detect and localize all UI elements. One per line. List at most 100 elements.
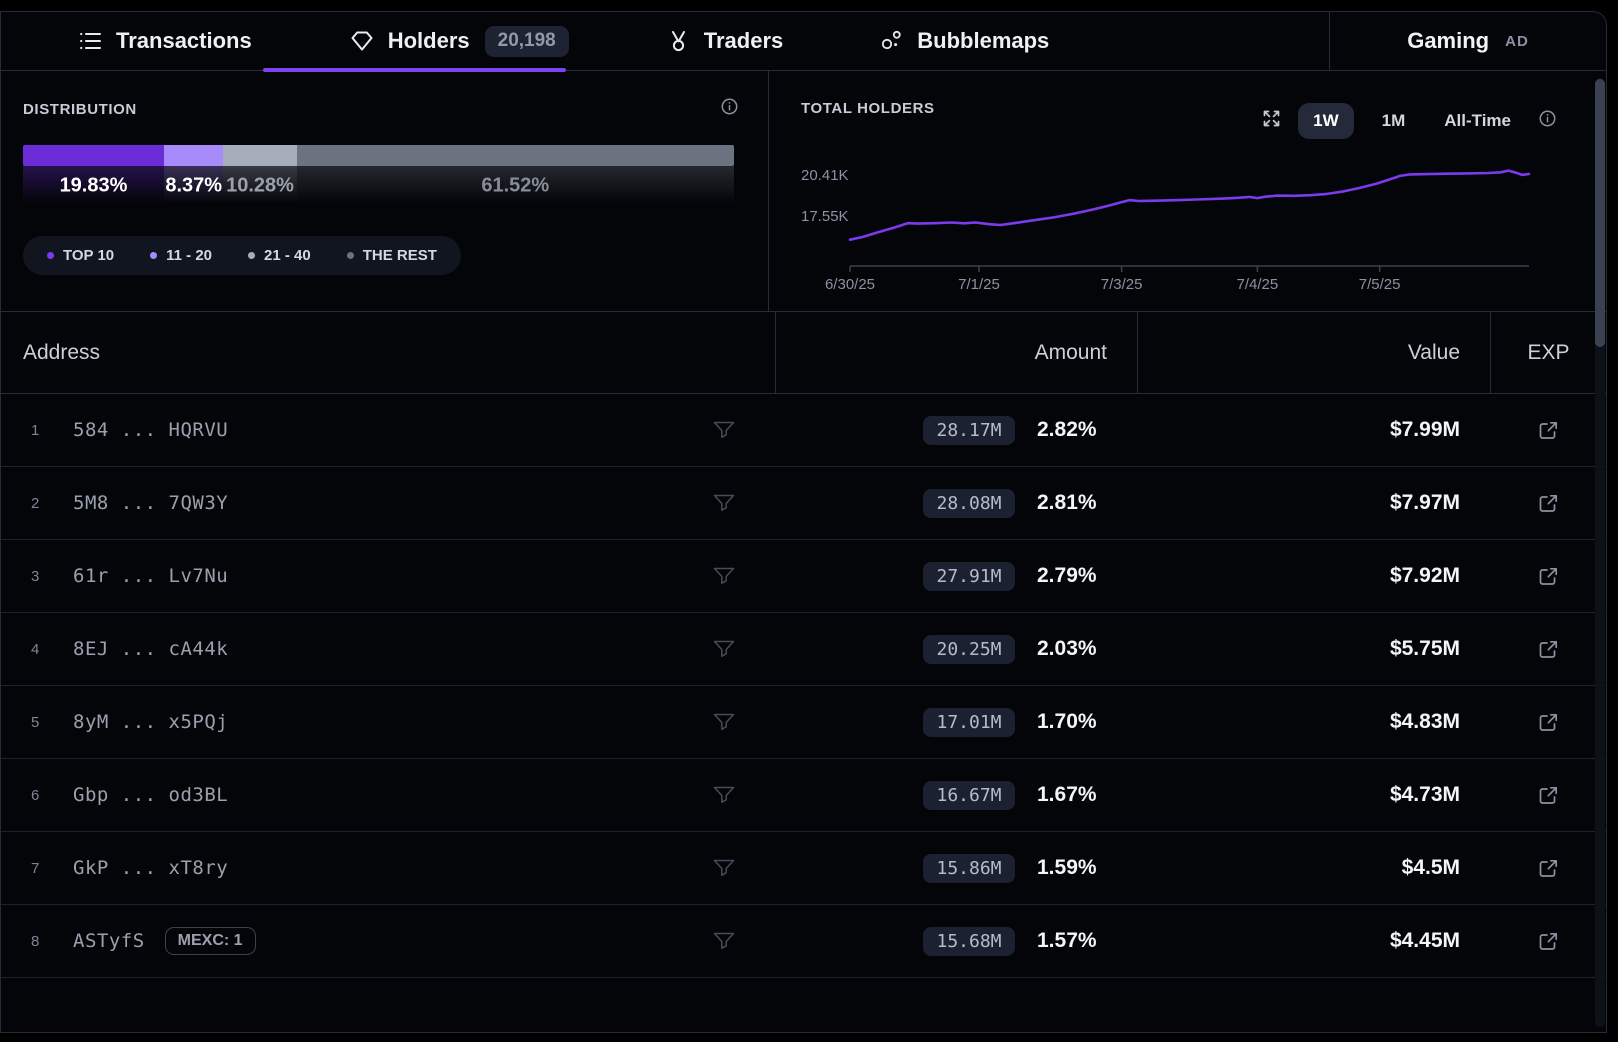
distribution-segment-3 [223, 145, 296, 166]
external-link-icon[interactable] [1539, 859, 1558, 878]
holder-row-8[interactable]: 8ASTyfSMEXC: 115.68M1.57%$4.45M [1, 905, 1606, 978]
row-rank: 4 [31, 641, 57, 658]
filter-icon[interactable] [713, 421, 735, 439]
external-link-icon[interactable] [1539, 713, 1558, 732]
row-rank: 7 [31, 860, 57, 877]
amount-badge: 27.91M [923, 562, 1015, 591]
external-link-icon[interactable] [1539, 567, 1558, 586]
tab-transactions[interactable]: Transactions [79, 28, 252, 54]
holder-address[interactable]: 5M8 ... 7QW3Y [73, 492, 228, 514]
supply-percent: 2.03% [1037, 637, 1104, 661]
filter-icon[interactable] [713, 640, 735, 658]
info-icon[interactable] [1539, 110, 1556, 132]
filter-icon[interactable] [713, 567, 735, 585]
legend-label: THE REST [363, 247, 437, 264]
scrollbar-thumb[interactable] [1595, 79, 1605, 347]
holder-row-4[interactable]: 4 8EJ ... cA44k 20.25M 2.03% $5.75M [1, 613, 1606, 686]
holder-address[interactable]: ASTyfS [73, 930, 145, 952]
column-header-amount[interactable]: Amount [775, 312, 1137, 393]
range-button-1w[interactable]: 1W [1298, 103, 1354, 139]
external-link-icon[interactable] [1539, 494, 1558, 513]
segment-percent-label: 8.37% [165, 175, 222, 198]
legend-dot [150, 252, 157, 259]
holder-value: $4.83M [1137, 710, 1490, 734]
filter-icon[interactable] [713, 494, 735, 512]
holder-address[interactable]: 8yM ... x5PQj [73, 711, 228, 733]
holder-row-6[interactable]: 6Gbp ... od3BL16.67M1.67%$4.73M [1, 759, 1606, 832]
legend-item-top-10[interactable]: TOP 10 [47, 247, 114, 264]
holder-value: $7.97M [1137, 491, 1490, 515]
column-header-value[interactable]: Value [1137, 312, 1490, 393]
holder-row-2[interactable]: 25M8 ... 7QW3Y28.08M2.81%$7.97M [1, 467, 1606, 540]
filter-icon[interactable] [713, 713, 735, 731]
amount-badge: 28.08M [923, 489, 1015, 518]
legend-dot [47, 252, 54, 259]
summary-panels: DISTRIBUTION 19.83% 8.37%10.28% 61.52% TOP… [1, 71, 1606, 312]
holder-address[interactable]: Gbp ... od3BL [73, 784, 228, 806]
tab-bubblemaps[interactable]: Bubblemaps [881, 28, 1049, 54]
external-link-icon[interactable] [1539, 932, 1558, 951]
external-link-icon[interactable] [1539, 786, 1558, 805]
tab-label: Holders [388, 28, 470, 54]
supply-percent: 1.67% [1037, 783, 1104, 807]
segment-percent-label: 10.28% [226, 175, 294, 198]
distribution-legend: TOP 10 11 - 20 21 - 40 THE REST [23, 236, 461, 275]
holder-value: $7.99M [1137, 418, 1490, 442]
holder-address[interactable]: 8EJ ... cA44k [73, 638, 228, 660]
supply-percent: 1.59% [1037, 856, 1104, 880]
amount-badge: 15.86M [923, 854, 1015, 883]
holder-address[interactable]: GkP ... xT8ry [73, 857, 228, 879]
amount-badge: 20.25M [923, 635, 1015, 664]
row-rank: 5 [31, 714, 57, 731]
holder-row-3[interactable]: 361r ... Lv7Nu27.91M2.79%$7.92M [1, 540, 1606, 613]
tab-traders[interactable]: Traders [667, 28, 784, 54]
row-rank: 3 [31, 568, 57, 585]
filter-icon[interactable] [713, 859, 735, 877]
external-link-icon[interactable] [1539, 640, 1558, 659]
holder-value: $4.73M [1137, 783, 1490, 807]
holder-row-1[interactable]: 1584 ... HQRVU28.17M2.82%$7.99M [1, 394, 1606, 467]
tab-label: Traders [704, 28, 784, 54]
external-link-icon[interactable] [1539, 421, 1558, 440]
holder-row-5[interactable]: 58yM ... x5PQj17.01M1.70%$4.83M [1, 686, 1606, 759]
table-body: 1584 ... HQRVU28.17M2.82%$7.99M25M8 ... … [1, 394, 1606, 978]
amount-badge: 17.01M [923, 708, 1015, 737]
filter-icon[interactable] [713, 932, 735, 950]
tab-holders[interactable]: Holders20,198 [350, 26, 569, 57]
segment-percent-label: 19.83% [60, 175, 128, 198]
range-button-all-time[interactable]: All-Time [1433, 103, 1522, 139]
filter-icon[interactable] [713, 786, 735, 804]
expand-icon[interactable] [1262, 109, 1281, 133]
tab-label: Transactions [116, 28, 252, 54]
top-tab-bar: Transactions Holders20,198 Traders Bubblema… [1, 12, 1606, 71]
holder-value: $5.75M [1137, 637, 1490, 661]
range-button-1m[interactable]: 1M [1371, 103, 1417, 139]
distribution-segment-4 [297, 145, 734, 166]
supply-percent: 2.82% [1037, 418, 1104, 442]
info-icon[interactable] [721, 98, 738, 120]
x-axis-label: 7/3/25 [1101, 276, 1143, 293]
ad-slot[interactable]: Gaming AD [1329, 12, 1606, 70]
column-header-address[interactable]: Address [1, 312, 775, 393]
holder-address[interactable]: 584 ... HQRVU [73, 419, 228, 441]
holder-value: $4.45M [1137, 929, 1490, 953]
holder-address[interactable]: 61r ... Lv7Nu [73, 565, 228, 587]
segment-percent-label: 61.52% [481, 175, 549, 198]
amount-badge: 15.68M [923, 927, 1015, 956]
holder-row-7[interactable]: 7GkP ... xT8ry15.86M1.59%$4.5M [1, 832, 1606, 905]
ad-title[interactable]: Gaming [1407, 28, 1489, 54]
amount-badge: 16.67M [923, 781, 1015, 810]
supply-percent: 1.57% [1037, 929, 1104, 953]
legend-item-21-40[interactable]: 21 - 40 [248, 247, 311, 264]
holder-value: $7.92M [1137, 564, 1490, 588]
legend-label: TOP 10 [63, 247, 114, 264]
tab-group: Transactions Holders20,198 Traders Bubblema… [1, 12, 1329, 70]
table-header: Address Amount Value EXP [1, 312, 1606, 394]
distribution-bar [23, 145, 734, 166]
holders-line-series [850, 171, 1529, 240]
distribution-title: DISTRIBUTION [23, 101, 137, 118]
legend-item-the-rest[interactable]: THE REST [347, 247, 437, 264]
row-rank: 2 [31, 495, 57, 512]
distribution-segment-2 [164, 145, 224, 166]
legend-item-11-20[interactable]: 11 - 20 [150, 247, 212, 264]
